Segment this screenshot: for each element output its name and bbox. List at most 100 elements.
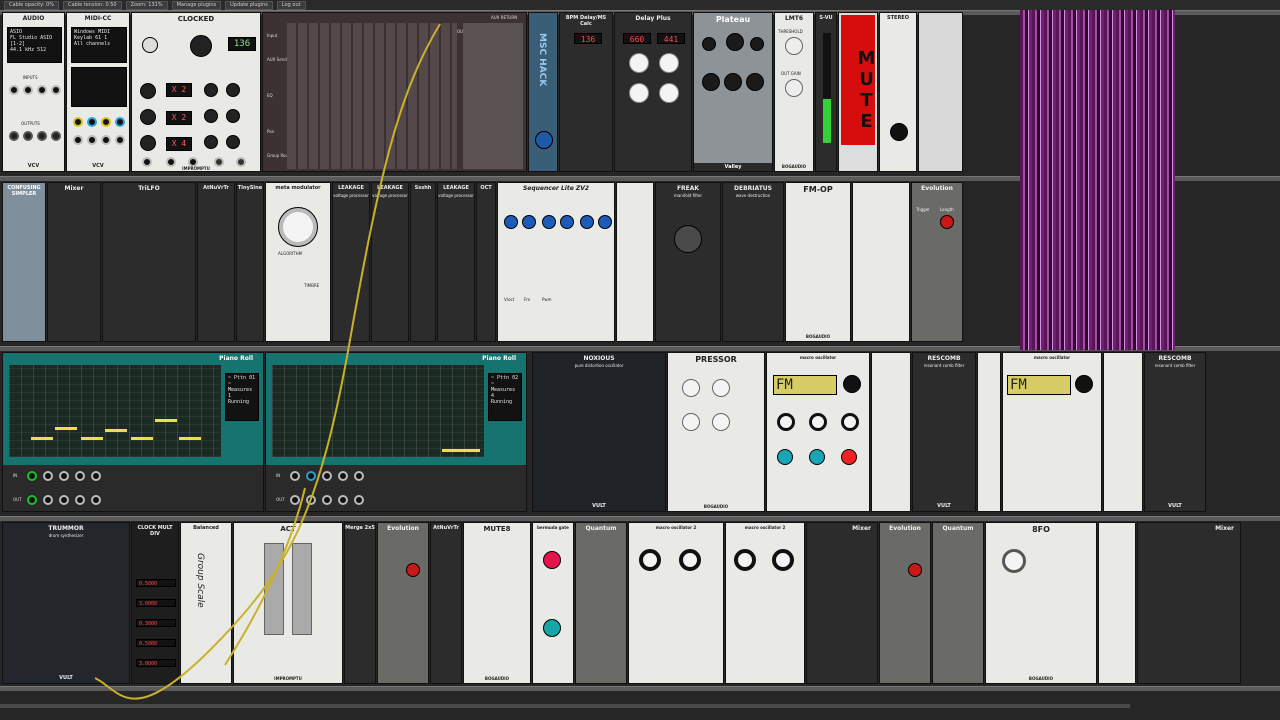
audio-module[interactable]: AUDIO ASIO FL Studio ASIO [1-2] 44.1 kHz… <box>2 12 65 172</box>
mixer-module[interactable]: Mixer <box>1137 522 1241 684</box>
clk-jack[interactable] <box>290 471 300 481</box>
note[interactable] <box>55 427 77 430</box>
run-jack[interactable] <box>338 471 348 481</box>
swing-knob[interactable] <box>204 83 218 97</box>
pattern-label[interactable]: ~ Pttn 02 ~ <box>491 375 519 387</box>
utility-strip[interactable] <box>871 352 911 512</box>
confusing-simpler-module[interactable]: CONFUSING SIMPLER <box>2 182 46 342</box>
blank-util-module[interactable] <box>616 182 654 342</box>
mod-knob[interactable] <box>522 215 536 229</box>
mix-knob[interactable] <box>543 619 561 637</box>
model-knob[interactable] <box>1075 375 1093 393</box>
mod-knob[interactable] <box>560 215 574 229</box>
gate-jack[interactable] <box>306 495 316 505</box>
harmonics-knob[interactable] <box>679 549 701 571</box>
leakage-module[interactable]: LEAKAGE voltage processor <box>437 182 475 342</box>
fader-1[interactable] <box>264 543 284 635</box>
clock-mult-div-module[interactable]: CLOCK MULT DIV 0.5000 3.0000 0.3000 0.50… <box>131 522 179 684</box>
ratio-knob[interactable] <box>712 379 730 397</box>
ratio-knob[interactable] <box>140 83 156 99</box>
clocked-module[interactable]: CLOCKED 136 X 2 X 2 X 4 IMPROMPTU <box>131 12 261 172</box>
output-jack[interactable] <box>51 131 61 141</box>
attack-knob[interactable] <box>682 413 700 431</box>
fine-knob[interactable] <box>580 215 594 229</box>
fine-knob[interactable] <box>777 413 795 431</box>
trummor-module[interactable]: TRUMMOR drum synthesizer VULT <box>2 522 130 684</box>
timbre-knob[interactable] <box>777 449 793 465</box>
mixer-module[interactable]: Mixer <box>806 522 878 684</box>
cc-output-jack[interactable] <box>87 135 97 145</box>
piano-roll-grid[interactable] <box>272 365 484 457</box>
cc-output-jack[interactable] <box>101 117 111 127</box>
pressor-module[interactable]: PRESSOR BOGAUDIO <box>667 352 765 512</box>
lmt-module[interactable]: LMT6 THRESHOLD OUT GAIN BOGAUDIO <box>774 12 814 172</box>
midi-cc-module[interactable]: MIDI-CC Windows MIDI Keylab 61 1 All cha… <box>66 12 130 172</box>
bpm-calc-module[interactable]: BPM Delay/MS Calc 136 <box>559 12 613 172</box>
cable-tension-control[interactable]: Cable tension: 0.50 <box>62 0 122 10</box>
piano-roll-menu[interactable]: ~ Pttn 02 ~ Measures 4 Running <box>488 373 522 421</box>
cc-output-jack[interactable] <box>73 135 83 145</box>
note[interactable] <box>179 437 201 440</box>
voct-jack[interactable] <box>290 495 300 505</box>
harmonics-knob[interactable] <box>772 549 794 571</box>
pw-knob[interactable] <box>226 109 240 123</box>
predelay-knob[interactable] <box>726 33 744 51</box>
tinysine-module[interactable]: TinySine <box>236 182 264 342</box>
decay-knob[interactable] <box>746 73 764 91</box>
act-module[interactable]: ACT IMPROMPTU <box>233 522 343 684</box>
length-knob[interactable] <box>940 215 954 229</box>
pw-knob[interactable] <box>226 83 240 97</box>
ssshh-module[interactable]: Ssshh <box>410 182 436 342</box>
evolution-module[interactable]: Evolution Trigger Length <box>911 182 963 342</box>
plateau-module[interactable]: Plateau Valley <box>693 12 773 172</box>
delay-knob[interactable] <box>629 53 649 73</box>
threshold-knob[interactable] <box>682 379 700 397</box>
utility-strip[interactable] <box>1103 352 1143 512</box>
fm-knob[interactable] <box>841 413 859 431</box>
ptrn-jack[interactable] <box>322 471 332 481</box>
running-label[interactable]: Running <box>491 399 519 405</box>
bermuda-gate-module[interactable]: bermuda gate <box>532 522 574 684</box>
mute-button[interactable]: MUTE <box>841 15 877 145</box>
input-jack[interactable] <box>37 85 47 95</box>
dry-knob[interactable] <box>702 37 716 51</box>
note[interactable] <box>442 449 480 452</box>
rec-jack[interactable] <box>354 471 364 481</box>
piano-roll-module[interactable]: Piano Roll ~ Pttn 01 ~ Measures 1 Runnin… <box>2 352 264 512</box>
input-jack[interactable] <box>23 85 33 95</box>
swing-knob[interactable] <box>204 109 218 123</box>
ratio-knob[interactable] <box>140 135 156 151</box>
hack-module[interactable]: MSC HACK <box>528 12 558 172</box>
oct-module[interactable]: OCT <box>476 182 496 342</box>
cc-output-jack[interactable] <box>115 135 125 145</box>
macro-oscillator-module[interactable]: macro oscillator FM <box>766 352 870 512</box>
merge-module[interactable]: Merge 2x5 <box>344 522 376 684</box>
macro-oscillator-2-module[interactable]: macro oscillator 2 <box>725 522 805 684</box>
release-knob[interactable] <box>712 413 730 431</box>
voct-jack[interactable] <box>27 495 37 505</box>
blank-panel[interactable] <box>918 12 963 172</box>
module-rack[interactable]: AUDIO ASIO FL Studio ASIO [1-2] 44.1 kHz… <box>0 10 1280 720</box>
gate-knob[interactable] <box>543 551 561 569</box>
gate-jack[interactable] <box>43 495 53 505</box>
eop-jack[interactable] <box>91 495 101 505</box>
utility-strip[interactable] <box>977 352 1001 512</box>
feedback-knob[interactable] <box>659 53 679 73</box>
out-gain-knob[interactable] <box>785 79 803 97</box>
threshold-knob[interactable] <box>785 37 803 55</box>
macro-oscillator-2-module[interactable]: macro oscillator 2 <box>628 522 724 684</box>
attenuverter-module[interactable]: AtNuVrTr <box>430 522 462 684</box>
bpm-knob[interactable] <box>190 35 212 57</box>
mixer-16-module[interactable]: Input AUX Send EQ Pan Group Route GROUP … <box>262 12 527 172</box>
ratio-knob[interactable] <box>140 109 156 125</box>
note[interactable] <box>31 437 53 440</box>
manage-plugins-button[interactable]: Manage plugins <box>171 0 222 10</box>
color-knob[interactable] <box>841 449 857 465</box>
debriatus-module[interactable]: DEBRIATUS wave destruction <box>722 182 784 342</box>
mod-knob[interactable] <box>598 215 612 229</box>
pw-knob[interactable] <box>226 135 240 149</box>
evolution-module[interactable]: Evolution <box>879 522 931 684</box>
group-scale-module[interactable]: Balanced Group Scale <box>180 522 232 684</box>
cc-output-jack[interactable] <box>115 117 125 127</box>
mixer-module[interactable]: Mixer <box>47 182 101 342</box>
